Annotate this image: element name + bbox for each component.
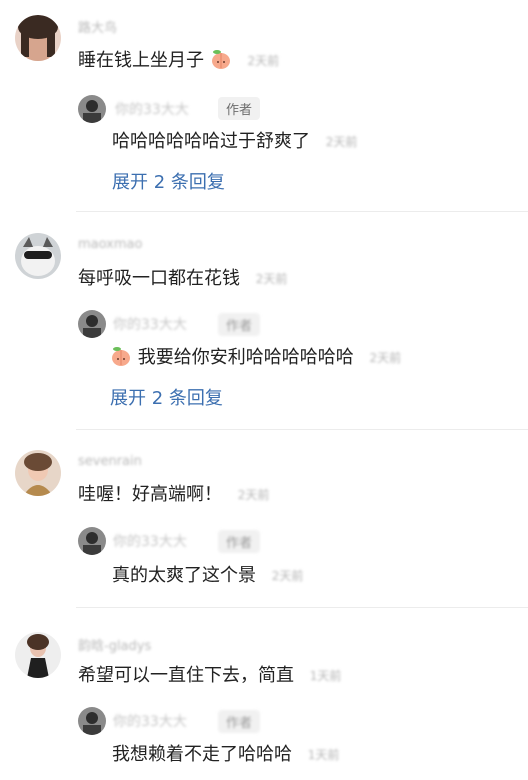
expand-replies-button[interactable]: 展开 2 条回复 xyxy=(112,168,225,194)
reply-avatar[interactable] xyxy=(78,310,106,338)
reply-body: 哈哈哈哈哈哈过于舒爽了 xyxy=(112,131,310,152)
comment-body: 睡在钱上坐月子 xyxy=(78,50,204,71)
reply-text: 哈哈哈哈哈哈过于舒爽了 2天前 xyxy=(112,130,357,154)
avatar[interactable] xyxy=(15,632,61,678)
comment-thread: 韵晗-gladys 希望可以一直住下去，简直 1天前 你的33大大 作者 我想赖… xyxy=(0,608,528,780)
username[interactable]: sevenrain xyxy=(78,454,142,469)
author-badge: 作者 xyxy=(218,710,261,733)
avatar[interactable] xyxy=(15,233,61,279)
comment-text: 睡在钱上坐月子 2天前 xyxy=(78,48,279,73)
comment-body: 希望可以一直住下去，简直 xyxy=(78,665,294,686)
author-avatar-icon xyxy=(78,95,106,123)
reply-time: 2天前 xyxy=(271,569,304,583)
comment-text: 希望可以一直住下去，简直 1天前 xyxy=(78,664,341,688)
reply-text: 真的太爽了这个景 2天前 xyxy=(112,564,303,588)
reply-time: 2天前 xyxy=(325,135,358,149)
peach-emoji-icon xyxy=(112,347,130,366)
peach-emoji-icon xyxy=(211,50,230,69)
user-avatar-icon xyxy=(15,233,61,279)
author-badge: 作者 xyxy=(218,313,261,336)
comment-thread: 路大鸟 睡在钱上坐月子 2天前 你的33大大 作者 哈哈哈哈哈哈过于舒爽了 2天… xyxy=(0,0,528,212)
reply-avatar[interactable] xyxy=(78,707,106,735)
reply-body: 真的太爽了这个景 xyxy=(112,565,256,586)
comment-time: 1天前 xyxy=(309,669,342,683)
comment-time: 2天前 xyxy=(237,488,270,502)
reply-username[interactable]: 你的33大大 xyxy=(113,711,187,731)
comment-time: 2天前 xyxy=(255,272,288,286)
user-avatar-icon xyxy=(15,450,61,496)
user-avatar-icon xyxy=(15,15,61,61)
comment-text: 哇喔！好高端啊！ 2天前 xyxy=(78,483,269,507)
reply-time: 2天前 xyxy=(369,351,402,365)
reply-avatar[interactable] xyxy=(78,527,106,555)
comment-text: 每呼吸一口都在花钱 2天前 xyxy=(78,267,287,291)
reply-body: 我想赖着不走了哈哈哈 xyxy=(112,744,292,765)
reply-time: 1天前 xyxy=(307,748,340,762)
author-badge: 作者 xyxy=(218,97,261,120)
username[interactable]: 韵晗-gladys xyxy=(78,635,151,654)
reply-body: 我要给你安利哈哈哈哈哈哈 xyxy=(137,347,354,368)
reply-text: 我要给你安利哈哈哈哈哈哈 2天前 xyxy=(110,345,401,370)
author-avatar-icon xyxy=(78,527,106,555)
username[interactable]: maoxmao xyxy=(78,237,142,252)
user-avatar-icon xyxy=(15,632,61,678)
reply-text: 我想赖着不走了哈哈哈 1天前 xyxy=(112,743,339,767)
avatar[interactable] xyxy=(15,15,61,61)
reply-avatar[interactable] xyxy=(78,95,106,123)
username[interactable]: 路大鸟 xyxy=(78,17,117,36)
comment-thread: sevenrain 哇喔！好高端啊！ 2天前 你的33大大 作者 真的太爽了这个… xyxy=(0,430,528,608)
reply-username[interactable]: 你的33大大 xyxy=(113,314,187,334)
comment-body: 每呼吸一口都在花钱 xyxy=(78,268,240,289)
comment-time: 2天前 xyxy=(247,54,280,68)
reply-username[interactable]: 你的33大大 xyxy=(113,531,187,551)
expand-replies-button[interactable]: 展开 2 条回复 xyxy=(110,384,223,410)
comment-thread: maoxmao 每呼吸一口都在花钱 2天前 你的33大大 作者 我要给你安利哈哈… xyxy=(0,212,528,430)
author-avatar-icon xyxy=(78,707,106,735)
author-avatar-icon xyxy=(78,310,106,338)
avatar[interactable] xyxy=(15,450,61,496)
reply-username[interactable]: 你的33大大 xyxy=(115,99,189,119)
author-badge: 作者 xyxy=(218,530,261,553)
comment-body: 哇喔！好高端啊！ xyxy=(78,484,222,505)
